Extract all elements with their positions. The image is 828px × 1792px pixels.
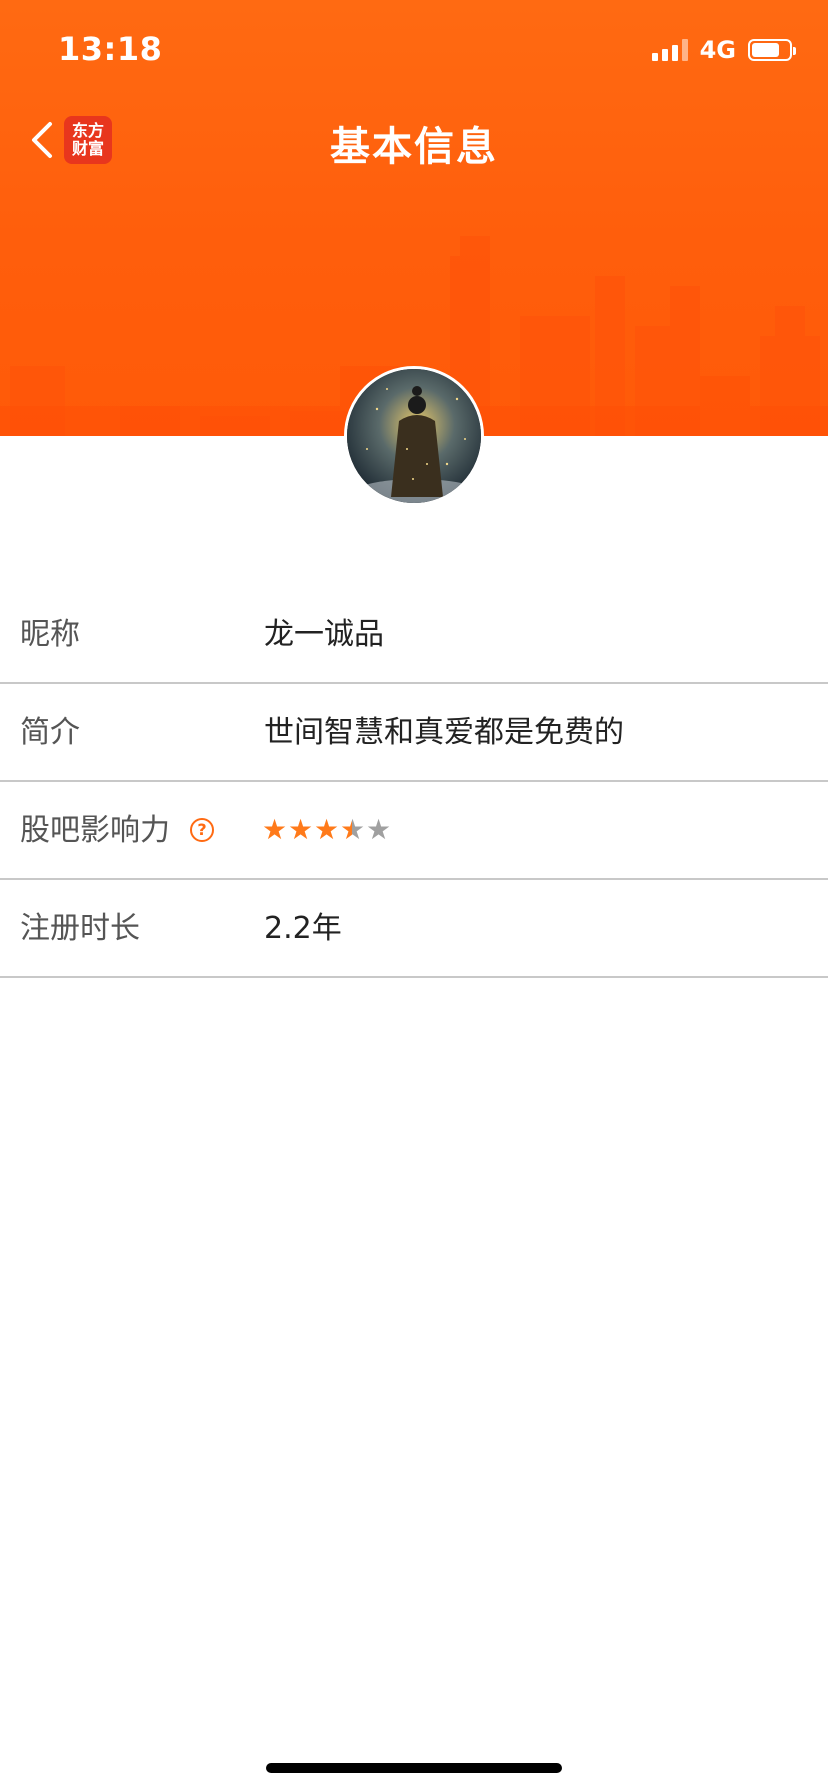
avatar[interactable] xyxy=(344,366,484,506)
nickname-label: 昵称 xyxy=(20,617,80,652)
bio-value: 世间智慧和真爱都是免费的 xyxy=(264,715,624,750)
bio-label: 简介 xyxy=(20,715,80,750)
signal-strength-icon xyxy=(651,39,688,61)
influence-star-rating: ★ ★ ★ ★ ★ xyxy=(262,812,392,848)
registration-duration-label: 注册时长 xyxy=(20,911,140,946)
influence-label: 股吧影响力 xyxy=(20,813,170,848)
star-empty-icon: ★ xyxy=(366,813,392,846)
nav-bar: 东方 财富 基本信息 xyxy=(0,100,828,180)
nickname-value: 龙一诚品 xyxy=(264,617,384,652)
status-bar: 13:18 4G xyxy=(0,0,828,100)
bio-row: 简介 世间智慧和真爱都是免费的 xyxy=(0,684,828,782)
page-title: 基本信息 xyxy=(330,124,498,170)
registration-duration-row: 注册时长 2.2年 xyxy=(0,880,828,978)
home-indicator[interactable] xyxy=(266,1763,562,1773)
star-full-icon: ★ xyxy=(288,813,314,846)
registration-duration-value: 2.2年 xyxy=(264,911,342,946)
nickname-row: 昵称 龙一诚品 xyxy=(0,586,828,684)
status-indicators: 4G xyxy=(651,36,796,64)
influence-row: 股吧影响力 ? ★ ★ ★ ★ ★ xyxy=(0,782,828,880)
star-full-icon: ★ xyxy=(314,813,340,846)
status-time: 13:18 xyxy=(58,30,163,68)
avatar-image xyxy=(347,369,481,503)
star-half-icon: ★ xyxy=(340,813,366,846)
help-icon[interactable]: ? xyxy=(190,818,214,842)
battery-icon xyxy=(748,39,796,61)
star-full-icon: ★ xyxy=(262,813,288,846)
profile-info-list: 昵称 龙一诚品 简介 世间智慧和真爱都是免费的 股吧影响力 ? ★ ★ ★ ★ ★ 注册… xyxy=(0,586,828,978)
network-type-label: 4G xyxy=(699,36,736,64)
